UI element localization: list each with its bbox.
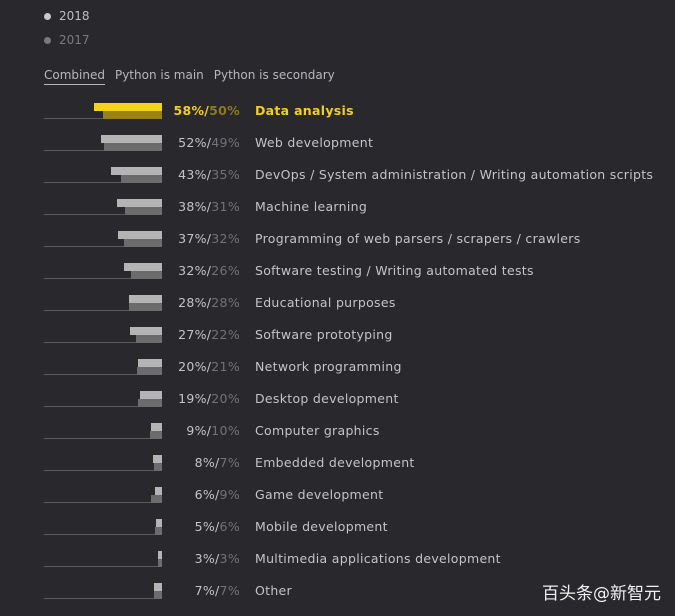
bar-2018 bbox=[93, 103, 162, 111]
value-label: 28%/28% bbox=[178, 295, 240, 310]
bar-2017 bbox=[151, 495, 162, 503]
legend-dot-icon bbox=[44, 36, 51, 44]
tab-python-is-secondary[interactable]: Python is secondary bbox=[214, 68, 335, 85]
category-label: Network programming bbox=[255, 359, 402, 374]
bar-baseline bbox=[44, 470, 162, 471]
bar-row: 32%/26% Software testing / Writing autom… bbox=[0, 256, 675, 288]
category-label: Software prototyping bbox=[255, 327, 393, 342]
bar-baseline bbox=[44, 566, 162, 567]
bar-2017 bbox=[158, 559, 162, 567]
bar-row: 8%/7% Embedded development bbox=[0, 448, 675, 480]
bar-2018 bbox=[152, 455, 162, 463]
category-label: Other bbox=[255, 583, 292, 598]
category-label: Software testing / Writing automated tes… bbox=[255, 263, 534, 278]
value-label: 43%/35% bbox=[178, 167, 240, 182]
watermark: 百头条@新智元 bbox=[542, 584, 661, 604]
bar-row: 28%/28% Educational purposes bbox=[0, 288, 675, 320]
value-label: 8%/7% bbox=[194, 455, 240, 470]
bar-row: 37%/32% Programming of web parsers / scr… bbox=[0, 224, 675, 256]
category-label: Data analysis bbox=[255, 103, 354, 118]
bar-2018 bbox=[100, 135, 162, 143]
bar-2017 bbox=[103, 111, 162, 119]
category-label: Mobile development bbox=[255, 519, 388, 534]
tab-combined[interactable]: Combined bbox=[44, 68, 105, 85]
category-label: Machine learning bbox=[255, 199, 368, 214]
bar-2018 bbox=[153, 583, 162, 591]
bar-2017 bbox=[124, 239, 162, 247]
bar-2018 bbox=[139, 391, 162, 399]
bar-2017 bbox=[136, 335, 162, 343]
bar-2018 bbox=[130, 327, 162, 335]
bar-baseline bbox=[44, 598, 162, 599]
category-label: Desktop development bbox=[255, 391, 399, 406]
bar-2017 bbox=[128, 303, 162, 311]
value-label: 20%/21% bbox=[178, 359, 240, 374]
value-label: 38%/31% bbox=[178, 199, 240, 214]
bar-2017 bbox=[153, 463, 162, 471]
bar-2018 bbox=[156, 519, 162, 527]
value-label: 6%/9% bbox=[194, 487, 240, 502]
value-label: 5%/6% bbox=[194, 519, 240, 534]
bar-2017 bbox=[131, 271, 162, 279]
bar-baseline bbox=[44, 502, 162, 503]
value-label: 9%/10% bbox=[186, 423, 240, 438]
value-label: 19%/20% bbox=[178, 391, 240, 406]
bar-2018 bbox=[124, 263, 162, 271]
bar-baseline bbox=[44, 438, 162, 439]
value-label: 52%/49% bbox=[178, 135, 240, 150]
bar-2018 bbox=[138, 359, 162, 367]
bar-2018 bbox=[151, 423, 162, 431]
bar-baseline bbox=[44, 534, 162, 535]
bar-row: 52%/49% Web development bbox=[0, 128, 675, 160]
value-label: 37%/32% bbox=[178, 231, 240, 246]
category-label: Game development bbox=[255, 487, 384, 502]
value-label: 7%/7% bbox=[194, 583, 240, 598]
bar-row: 38%/31% Machine learning bbox=[0, 192, 675, 224]
bar-row: 27%/22% Software prototyping bbox=[0, 320, 675, 352]
bar-2018 bbox=[117, 199, 162, 207]
bar-row: 19%/20% Desktop development bbox=[0, 384, 675, 416]
legend-label: 2018 bbox=[59, 9, 90, 23]
value-label: 27%/22% bbox=[178, 327, 240, 342]
bar-2017 bbox=[104, 143, 162, 151]
category-label: Educational purposes bbox=[255, 295, 396, 310]
bar-2018 bbox=[158, 551, 162, 559]
bar-2017 bbox=[138, 399, 162, 407]
value-label: 3%/3% bbox=[194, 551, 240, 566]
category-label: Multimedia applications development bbox=[255, 551, 501, 566]
bar-2017 bbox=[153, 591, 162, 599]
bar-row: 58%/50% Data analysis bbox=[0, 96, 675, 128]
legend-label: 2017 bbox=[59, 33, 90, 47]
filter-tabs: Combined Python is main Python is secondar… bbox=[44, 68, 335, 85]
bar-row: 43%/35% DevOps / System administration /… bbox=[0, 160, 675, 192]
bar-row: 3%/3% Multimedia applications developmen… bbox=[0, 544, 675, 576]
tab-python-is-main[interactable]: Python is main bbox=[115, 68, 204, 85]
value-label: 58%/50% bbox=[173, 103, 240, 118]
bar-2018 bbox=[118, 231, 162, 239]
category-label: Computer graphics bbox=[255, 423, 380, 438]
bar-row: 6%/9% Game development bbox=[0, 480, 675, 512]
value-label: 32%/26% bbox=[178, 263, 240, 278]
category-label: Embedded development bbox=[255, 455, 415, 470]
bar-2018 bbox=[128, 295, 162, 303]
bar-2018 bbox=[154, 487, 162, 495]
bar-row: 5%/6% Mobile development bbox=[0, 512, 675, 544]
category-label: Programming of web parsers / scrapers / … bbox=[255, 231, 581, 246]
bar-2017 bbox=[154, 527, 162, 535]
bar-2018 bbox=[111, 167, 162, 175]
legend-dot-icon bbox=[44, 12, 51, 20]
bar-2017 bbox=[120, 175, 162, 183]
legend-item-2018[interactable]: 2018 bbox=[44, 9, 90, 23]
bar-2017 bbox=[137, 367, 162, 375]
legend-item-2017[interactable]: 2017 bbox=[44, 33, 90, 47]
bar-2017 bbox=[150, 431, 162, 439]
category-label: DevOps / System administration / Writing… bbox=[255, 167, 654, 182]
bar-2017 bbox=[125, 207, 162, 215]
category-label: Web development bbox=[255, 135, 374, 150]
bar-row: 20%/21% Network programming bbox=[0, 352, 675, 384]
bar-row: 9%/10% Computer graphics bbox=[0, 416, 675, 448]
